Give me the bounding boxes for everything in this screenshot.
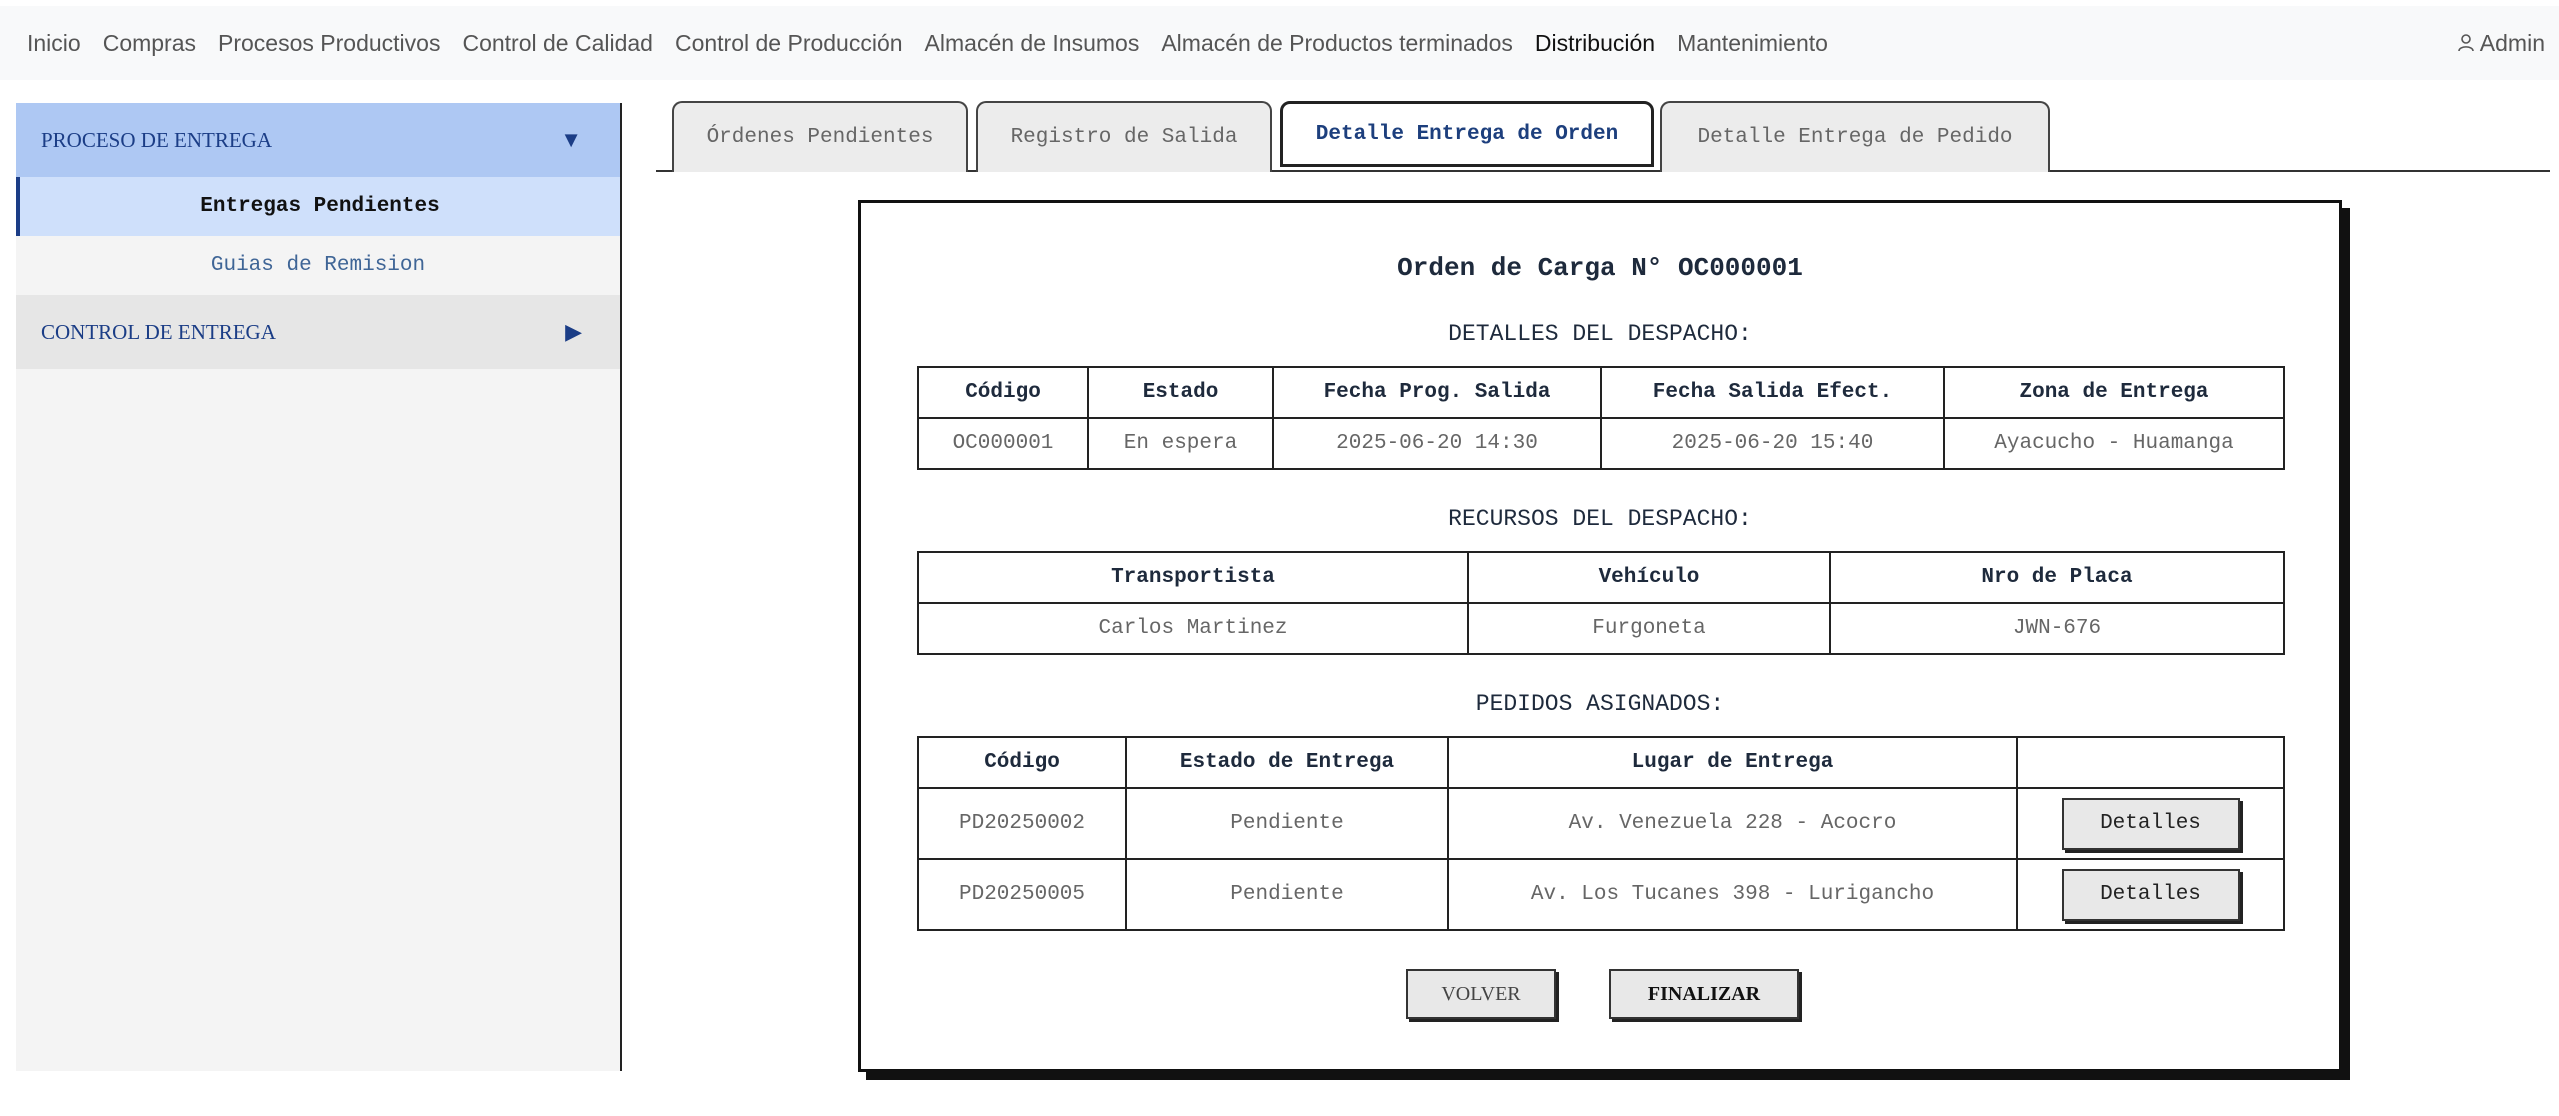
column-header: Vehículo xyxy=(1467,551,1831,604)
nav-item-mantenimiento[interactable]: Mantenimiento xyxy=(1677,30,1828,57)
sidebar-section-control-entrega[interactable]: CONTROL DE ENTREGA ▶ xyxy=(16,295,620,369)
table-cell: PD20250002 xyxy=(917,787,1127,860)
table-cell: OC000001 xyxy=(917,417,1089,470)
nav-item-almacen-productos[interactable]: Almacén de Productos terminados xyxy=(1161,30,1513,57)
table-row: PD20250005 Pendiente Av. Los Tucanes 398… xyxy=(917,858,2285,931)
table-header-row: Código Estado Fecha Prog. Salida Fecha S… xyxy=(917,366,2285,419)
tab-detalle-entrega-orden[interactable]: Detalle Entrega de Orden xyxy=(1280,101,1654,167)
sidebar: PROCESO DE ENTREGA ▼ Entregas Pendientes… xyxy=(16,103,622,1071)
column-header: Código xyxy=(917,366,1089,419)
column-header: Zona de Entrega xyxy=(1943,366,2285,419)
table-cell: Av. Los Tucanes 398 - Lurigancho xyxy=(1447,858,2018,931)
page-title: Orden de Carga N° OC000001 xyxy=(1397,253,1803,283)
tab-ordenes-pendientes[interactable]: Órdenes Pendientes xyxy=(672,101,968,172)
user-menu[interactable]: Admin xyxy=(2457,6,2545,80)
column-header: Nro de Placa xyxy=(1829,551,2285,604)
sidebar-section-label: CONTROL DE ENTREGA xyxy=(41,319,276,344)
table-cell: Av. Venezuela 228 - Acocro xyxy=(1447,787,2018,860)
order-detail-card: Orden de Carga N° OC000001 DETALLES DEL … xyxy=(858,200,2342,1072)
table-cell: Pendiente xyxy=(1125,787,1449,860)
table-cell: Carlos Martinez xyxy=(917,602,1469,655)
table-cell: JWN-676 xyxy=(1829,602,2285,655)
column-header: Estado de Entrega xyxy=(1125,736,1449,789)
table-cell: PD20250005 xyxy=(917,858,1127,931)
details-button[interactable]: Detalles xyxy=(2061,797,2240,850)
section-title-recursos: RECURSOS DEL DESPACHO: xyxy=(1448,506,1752,532)
column-header xyxy=(2016,736,2285,789)
table-row: Carlos Martinez Furgoneta JWN-676 xyxy=(917,602,2285,655)
table-cell: 2025-06-20 15:40 xyxy=(1600,417,1945,470)
despacho-table: Código Estado Fecha Prog. Salida Fecha S… xyxy=(917,366,2285,470)
table-cell: Detalles xyxy=(2016,858,2285,931)
column-header: Estado xyxy=(1087,366,1274,419)
details-button[interactable]: Detalles xyxy=(2061,868,2240,921)
top-navbar: Inicio Compras Procesos Productivos Cont… xyxy=(0,6,2559,80)
tab-registro-salida[interactable]: Registro de Salida xyxy=(976,101,1272,172)
nav-item-control-calidad[interactable]: Control de Calidad xyxy=(462,30,653,57)
user-icon xyxy=(2457,34,2474,52)
table-cell: Pendiente xyxy=(1125,858,1449,931)
triangle-right-icon: ▶ xyxy=(565,319,582,344)
tab-detalle-entrega-pedido[interactable]: Detalle Entrega de Pedido xyxy=(1660,101,2050,172)
table-cell: Furgoneta xyxy=(1467,602,1831,655)
user-name: Admin xyxy=(2479,29,2545,56)
back-button[interactable]: VOLVER xyxy=(1406,969,1556,1019)
sidebar-item-entregas-pendientes[interactable]: Entregas Pendientes xyxy=(16,177,620,236)
nav-item-inicio[interactable]: Inicio xyxy=(27,30,81,57)
table-header-row: Código Estado de Entrega Lugar de Entreg… xyxy=(917,736,2285,789)
column-header: Lugar de Entrega xyxy=(1447,736,2018,789)
table-row: OC000001 En espera 2025-06-20 14:30 2025… xyxy=(917,417,2285,470)
column-header: Transportista xyxy=(917,551,1469,604)
column-header: Fecha Prog. Salida xyxy=(1272,366,1602,419)
nav-item-control-produccion[interactable]: Control de Producción xyxy=(675,30,903,57)
nav-item-procesos-productivos[interactable]: Procesos Productivos xyxy=(218,30,440,57)
table-row: PD20250002 Pendiente Av. Venezuela 228 -… xyxy=(917,787,2285,860)
table-header-row: Transportista Vehículo Nro de Placa xyxy=(917,551,2285,604)
table-cell: Detalles xyxy=(2016,787,2285,860)
pedidos-table: Código Estado de Entrega Lugar de Entreg… xyxy=(917,736,2285,931)
nav-item-almacen-insumos[interactable]: Almacén de Insumos xyxy=(925,30,1140,57)
sidebar-section-proceso-entrega[interactable]: PROCESO DE ENTREGA ▼ xyxy=(16,103,620,177)
section-title-pedidos: PEDIDOS ASIGNADOS: xyxy=(1475,691,1725,717)
section-title-despacho: DETALLES DEL DESPACHO: xyxy=(1448,321,1752,347)
column-header: Código xyxy=(917,736,1127,789)
triangle-down-icon: ▼ xyxy=(560,127,582,152)
sidebar-section-label: PROCESO DE ENTREGA xyxy=(41,127,273,152)
recursos-table: Transportista Vehículo Nro de Placa Carl… xyxy=(917,551,2285,655)
column-header: Fecha Salida Efect. xyxy=(1600,366,1945,419)
table-cell: 2025-06-20 14:30 xyxy=(1272,417,1602,470)
tab-bar: Órdenes Pendientes Registro de Salida De… xyxy=(656,101,2550,172)
nav-item-compras[interactable]: Compras xyxy=(103,30,196,57)
table-cell: En espera xyxy=(1087,417,1274,470)
table-cell: Ayacucho - Huamanga xyxy=(1943,417,2285,470)
nav-item-distribucion[interactable]: Distribución xyxy=(1535,30,1655,57)
finish-button[interactable]: FINALIZAR xyxy=(1609,969,1799,1019)
sidebar-item-guias-remision[interactable]: Guias de Remision xyxy=(16,236,620,295)
